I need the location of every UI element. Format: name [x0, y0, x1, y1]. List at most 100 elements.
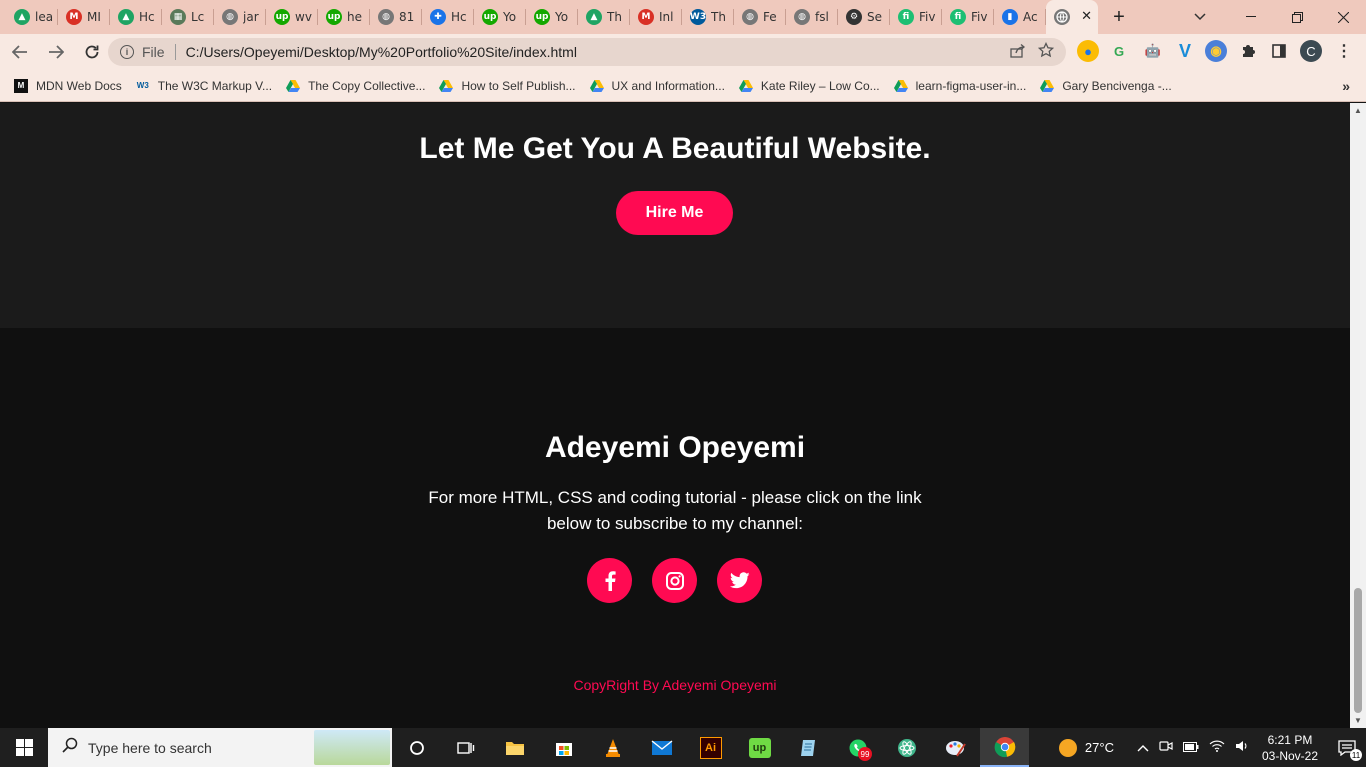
battery-icon[interactable] [1182, 741, 1199, 755]
instagram-icon [665, 571, 684, 590]
globe-icon: ◍ [794, 9, 810, 25]
tab-17[interactable]: ⚙ Se [838, 0, 890, 34]
extensions-puzzle-icon[interactable] [1237, 40, 1259, 62]
bookmark-item[interactable]: UX and Information... [589, 79, 725, 93]
task-view-icon[interactable] [441, 728, 490, 767]
upwork-icon: up [326, 9, 342, 25]
facebook-link[interactable] [587, 558, 632, 603]
back-arrow-icon[interactable] [4, 36, 36, 68]
w3c-icon: W3 [136, 81, 149, 90]
address-separator [174, 44, 176, 60]
close-tab-icon[interactable]: ✕ [1081, 9, 1092, 24]
weather-widget[interactable]: 27°C [1058, 738, 1114, 757]
scroll-down-arrow-icon[interactable]: ▼ [1354, 716, 1362, 725]
instagram-link[interactable] [652, 558, 697, 603]
site-info-icon[interactable]: i [120, 45, 134, 59]
tab-8[interactable]: ◍ 81 [370, 0, 422, 34]
tab-4[interactable]: ▦ Lc [162, 0, 214, 34]
tab-7[interactable]: up he [318, 0, 370, 34]
windows-start-icon[interactable] [0, 728, 48, 767]
bookmark-item[interactable]: The Copy Collective... [286, 79, 425, 93]
tab-title: Ac [1023, 10, 1038, 24]
tab-10[interactable]: up Yo [474, 0, 526, 34]
tab-title: Se [867, 10, 882, 24]
tab-13[interactable]: M Inl [630, 0, 682, 34]
microsoft-store-icon[interactable] [539, 728, 588, 767]
profile-avatar[interactable]: C [1300, 40, 1322, 62]
notification-count-badge: 11 [1350, 749, 1362, 761]
tab-9[interactable]: ✚ Hc [422, 0, 474, 34]
share-icon[interactable] [1010, 43, 1026, 61]
restore-icon[interactable] [1274, 0, 1320, 34]
tab-title: Fiv [971, 10, 988, 24]
bookmark-item[interactable]: W3 The W3C Markup V... [136, 79, 272, 93]
tab-search-chevron-icon[interactable] [1180, 0, 1220, 34]
minimize-icon[interactable] [1228, 0, 1274, 34]
tab-title: Yo [503, 10, 517, 24]
url-text[interactable]: C:/Users/Opeyemi/Desktop/My%20Portfolio%… [186, 44, 577, 60]
new-tab-button[interactable]: + [1102, 0, 1136, 34]
adobe-illustrator-icon[interactable]: Ai [686, 728, 735, 767]
taskbar-search-box[interactable]: Type here to search [48, 728, 392, 767]
extension-vimeo-icon[interactable]: V [1174, 40, 1196, 62]
volume-icon[interactable] [1235, 740, 1249, 755]
tab-16[interactable]: ◍ fsl [786, 0, 838, 34]
tab-3[interactable]: ▲ Hc [110, 0, 162, 34]
bookmarks-overflow-icon[interactable]: » [1342, 78, 1350, 94]
twitter-link[interactable] [717, 558, 762, 603]
tab-20[interactable]: ▮ Ac [994, 0, 1046, 34]
meet-now-icon[interactable] [1159, 739, 1173, 756]
scroll-up-arrow-icon[interactable]: ▲ [1354, 106, 1362, 115]
cortana-circle-icon[interactable] [392, 728, 441, 767]
tab-2[interactable]: M MI [58, 0, 110, 34]
vlc-icon[interactable] [588, 728, 637, 767]
reload-icon[interactable] [76, 36, 108, 68]
tab-19[interactable]: fi Fiv [942, 0, 994, 34]
show-hidden-icons-chevron-icon[interactable] [1137, 741, 1149, 755]
mail-icon[interactable] [637, 728, 686, 767]
paint-icon[interactable] [931, 728, 980, 767]
extension-bulb-icon[interactable]: ● [1077, 40, 1099, 62]
clock-date: 03-Nov-22 [1261, 748, 1318, 763]
upwork-icon: up [534, 9, 550, 25]
tab-6[interactable]: up wv [266, 0, 318, 34]
atom-icon[interactable] [882, 728, 931, 767]
page-scrollbar[interactable]: ▲ ▼ [1350, 103, 1366, 728]
scrollbar-thumb[interactable] [1354, 588, 1362, 713]
file-explorer-icon[interactable] [490, 728, 539, 767]
bookmark-star-icon[interactable] [1037, 41, 1055, 62]
bookmark-item[interactable]: learn-figma-user-in... [893, 79, 1026, 93]
kebab-menu-icon[interactable]: ⋮ [1333, 40, 1355, 62]
tab-5[interactable]: ◍ jar [214, 0, 266, 34]
bookmark-item[interactable]: How to Self Publish... [439, 79, 576, 93]
extension-color-icon[interactable]: ◉ [1205, 40, 1227, 62]
tab-1[interactable]: ▲ lea [6, 0, 58, 34]
bookmark-item[interactable]: Gary Bencivenga -... [1040, 79, 1172, 93]
tab-14[interactable]: W3 Th [682, 0, 734, 34]
extension-grammarly-icon[interactable]: G [1108, 40, 1130, 62]
address-bar[interactable]: i File C:/Users/Opeyemi/Desktop/My%20Por… [108, 38, 1066, 66]
tab-15[interactable]: ◍ Fe [734, 0, 786, 34]
side-panel-icon[interactable] [1268, 40, 1290, 62]
tab-title: Yo [555, 10, 569, 24]
forward-arrow-icon[interactable] [40, 36, 72, 68]
window-close-icon[interactable] [1320, 0, 1366, 34]
tab-18[interactable]: fi Fiv [890, 0, 942, 34]
tab-active[interactable]: ✕ [1046, 0, 1098, 34]
notification-center-icon[interactable]: 11 [1328, 728, 1366, 767]
notepad-icon[interactable] [784, 728, 833, 767]
extension-robot-icon[interactable]: 🤖 [1142, 40, 1164, 62]
tab-11[interactable]: up Yo [526, 0, 578, 34]
system-clock[interactable]: 6:21 PM 03-Nov-22 [1262, 732, 1318, 764]
bookmark-icon: ▮ [1002, 9, 1018, 25]
whatsapp-icon[interactable]: 99 [833, 728, 882, 767]
upwork-app-icon[interactable]: up [735, 728, 784, 767]
bookmark-item[interactable]: Kate Riley – Low Co... [738, 79, 880, 93]
windows-taskbar: Type here to search Ai up 99 27°C 6:21 P… [0, 728, 1366, 767]
wifi-icon[interactable] [1209, 740, 1225, 755]
tab-12[interactable]: ▲ Th [578, 0, 630, 34]
chrome-taskbar-icon[interactable] [980, 728, 1029, 767]
hire-me-button[interactable]: Hire Me [616, 191, 733, 235]
weather-sun-icon [1058, 738, 1077, 757]
bookmark-item[interactable]: M MDN Web Docs [14, 78, 122, 93]
